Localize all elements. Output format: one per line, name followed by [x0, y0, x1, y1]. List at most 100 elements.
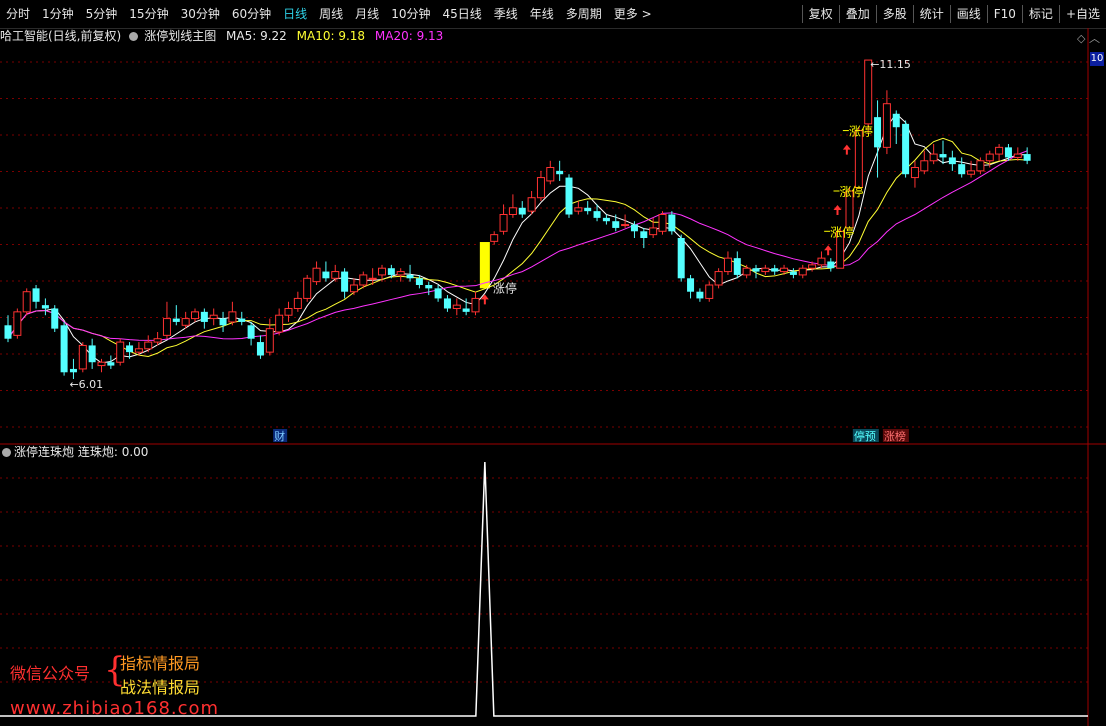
candle-body	[78, 344, 87, 370]
candle-body	[752, 268, 760, 272]
candle-body	[892, 113, 900, 128]
candle-body	[640, 231, 648, 238]
low-price-label: ←6.01	[69, 378, 103, 391]
candle-body	[696, 291, 704, 299]
candle-body	[649, 227, 658, 236]
sub-indicator-value: 连珠炮: 0.00	[77, 445, 149, 459]
candle-body	[349, 284, 358, 293]
watermark-line1: 指标情报局	[120, 654, 201, 673]
candle-body	[985, 153, 994, 162]
limitup-label: 涨停	[493, 280, 517, 295]
candle-body	[565, 177, 573, 215]
candle-body	[929, 153, 938, 162]
candle-body	[219, 318, 227, 326]
candle-body	[126, 345, 134, 353]
candle-body	[556, 170, 564, 175]
candle-body	[602, 217, 610, 222]
candle-body	[527, 197, 536, 212]
candle-body	[658, 214, 667, 232]
candle-body	[920, 160, 929, 172]
candle-body	[612, 221, 620, 228]
candle-body	[116, 341, 125, 363]
candle-body	[967, 170, 976, 175]
candle-body	[32, 288, 40, 302]
suspend-tag: 停预	[854, 429, 876, 443]
candle-body	[378, 267, 386, 276]
candle-body	[368, 277, 377, 280]
candle-body	[518, 207, 526, 215]
candle-body	[462, 308, 470, 312]
candle-body	[827, 261, 835, 269]
candle-body	[948, 157, 956, 165]
watermark-label: 微信公众号	[10, 664, 91, 683]
limitup-highlight-bar	[479, 242, 490, 289]
candle-body	[677, 238, 685, 279]
candle-body	[97, 361, 106, 367]
candle-body	[331, 271, 340, 279]
candle-body	[471, 297, 480, 313]
candle-body	[902, 123, 910, 175]
sub-chart-info-bar: 涨停连珠炮 连珠炮: 0.00	[0, 444, 148, 460]
candle-body	[939, 154, 947, 158]
candle-body	[733, 258, 741, 275]
candle-body	[322, 271, 330, 279]
candle-body	[265, 328, 274, 353]
ma20-line	[7, 150, 1028, 341]
ma5-line	[7, 113, 1028, 364]
candle-body	[630, 224, 638, 232]
candle-body	[508, 207, 517, 216]
candle-body	[293, 297, 302, 309]
kline-chart[interactable]: ←11.15←6.01涨停涨停涨停涨停财 停预 涨榜	[0, 0, 1106, 726]
candle-body	[387, 268, 395, 275]
candle-body	[415, 278, 423, 285]
candle-body	[13, 311, 22, 336]
candle-body	[22, 291, 31, 313]
candle-body	[995, 146, 1004, 155]
candle-body	[714, 271, 723, 286]
watermark-url: www.zhibiao168.com	[10, 698, 220, 719]
candle-body	[668, 214, 676, 232]
candle-body	[209, 314, 218, 320]
candle-body	[172, 318, 180, 322]
sub-indicator-name[interactable]: 涨停连珠炮	[14, 445, 74, 459]
candle-body	[153, 338, 162, 343]
limitup-label: 涨停	[840, 184, 864, 199]
candle-body	[882, 103, 891, 148]
candle-body	[593, 211, 601, 218]
candle-body	[742, 267, 751, 276]
candle-body	[144, 341, 153, 350]
candle-body	[798, 267, 807, 276]
up-arrow-icon	[824, 245, 833, 256]
candle-body	[536, 177, 545, 199]
candle-body	[4, 325, 12, 339]
candle-body	[771, 268, 779, 272]
candle-body	[41, 305, 49, 309]
candle-body	[396, 271, 405, 276]
candle-body	[359, 274, 368, 286]
candle-body	[434, 288, 442, 299]
watermark-line2: 战法情报局	[120, 678, 201, 697]
candle-body	[181, 318, 190, 326]
candle-body	[284, 308, 293, 316]
candle-body	[780, 267, 789, 273]
sub-indicator-icon[interactable]	[2, 448, 11, 457]
candle-body	[275, 314, 284, 333]
candle-body	[910, 167, 919, 179]
candle-body	[546, 167, 555, 182]
candle-body	[1004, 147, 1012, 158]
candle-body	[976, 160, 985, 172]
candle-body	[574, 207, 583, 212]
candle-body	[1013, 153, 1022, 158]
candle-body	[162, 318, 171, 336]
candle-body	[443, 298, 451, 309]
candle-body	[874, 117, 882, 148]
candle-body	[247, 325, 255, 339]
limitup-label: 涨停	[849, 124, 873, 139]
candle-body	[200, 311, 208, 322]
candle-body	[425, 285, 433, 289]
candle-body	[341, 271, 349, 292]
candle-body	[490, 234, 499, 242]
up-arrow-icon	[833, 205, 842, 215]
up-arrow-icon	[842, 144, 851, 155]
candle-body	[107, 362, 115, 366]
